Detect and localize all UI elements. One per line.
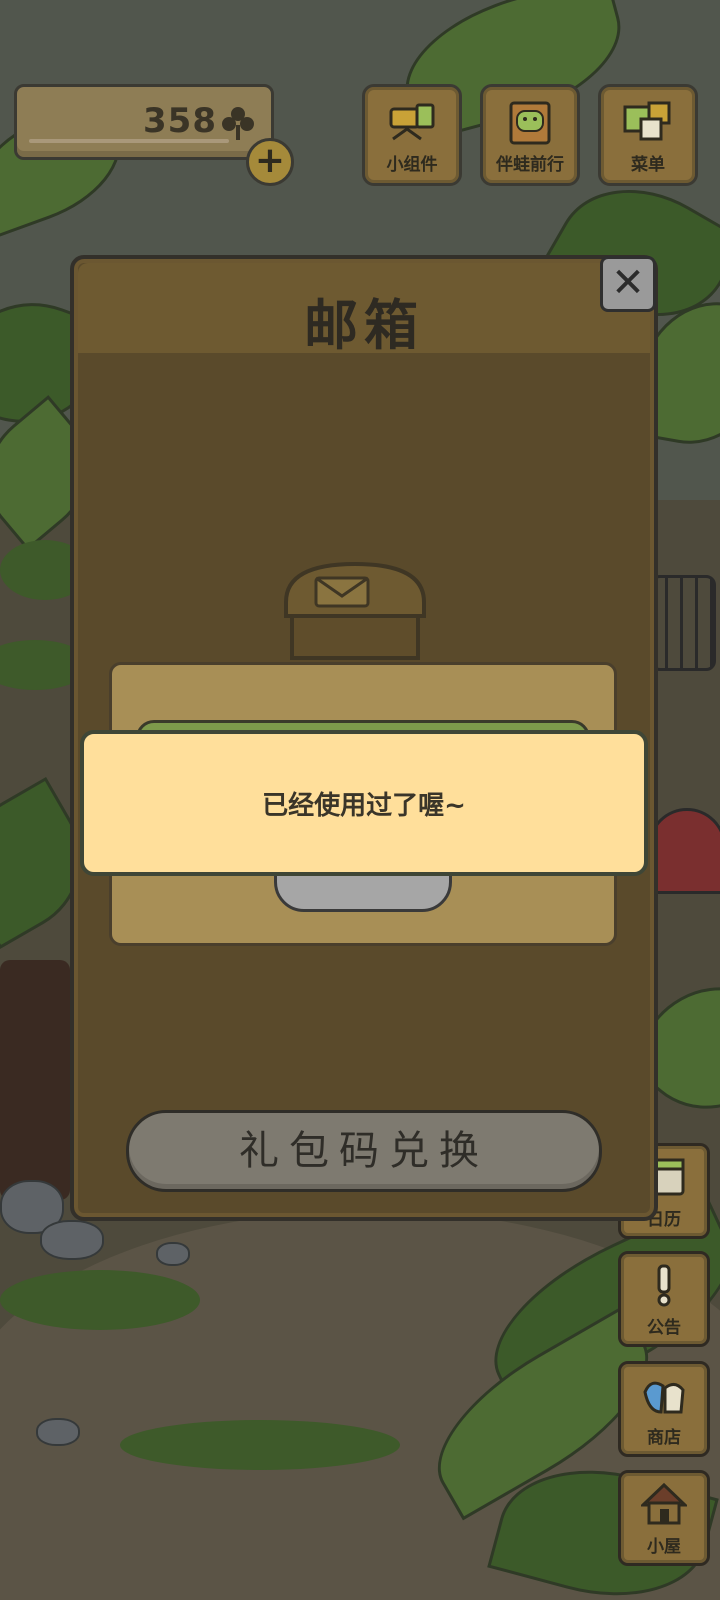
- clover-bar: [29, 139, 229, 143]
- red-mailbox: [648, 808, 720, 894]
- menu-button[interactable]: 菜单: [598, 84, 698, 186]
- close-button[interactable]: ✕: [600, 256, 656, 312]
- mailbox-icon: [284, 561, 426, 660]
- add-clover-button[interactable]: +: [246, 138, 294, 186]
- notice-button[interactable]: 公告: [618, 1251, 710, 1347]
- house-icon: [641, 1482, 687, 1525]
- frog-book-icon: [509, 101, 551, 145]
- fence: [650, 575, 716, 671]
- house-button[interactable]: 小屋: [618, 1470, 710, 1566]
- shop-bags-icon: [643, 1381, 685, 1414]
- grass-patch: [0, 1270, 200, 1330]
- frog-journey-label: 伴蛙前行: [496, 155, 564, 175]
- exclamation-icon: [657, 1264, 671, 1307]
- toast-text: 已经使用过了喔~: [262, 790, 466, 821]
- frog-journey-button[interactable]: 伴蛙前行: [480, 84, 580, 186]
- clover-count: 358: [143, 101, 217, 141]
- grass-patch: [120, 1420, 400, 1470]
- clover-counter: 358: [14, 84, 274, 160]
- house-label: 小屋: [647, 1537, 681, 1557]
- toast-message: 已经使用过了喔~: [80, 730, 648, 876]
- menu-cards-icon: [623, 101, 671, 141]
- mailbox-title: 邮箱: [304, 294, 424, 357]
- stone: [36, 1418, 80, 1446]
- redeem-code-button[interactable]: 礼包码兑换: [126, 1110, 602, 1192]
- widget-icon: [389, 103, 435, 141]
- notice-label: 公告: [647, 1318, 681, 1338]
- shop-label: 商店: [647, 1428, 681, 1448]
- widget-button[interactable]: 小组件: [362, 84, 462, 186]
- widget-label: 小组件: [386, 155, 438, 175]
- clover-icon: [222, 107, 254, 140]
- stone: [156, 1242, 190, 1266]
- tree-trunk: [0, 960, 70, 1200]
- stone: [40, 1220, 104, 1260]
- menu-label: 菜单: [631, 155, 665, 175]
- shop-button[interactable]: 商店: [618, 1361, 710, 1457]
